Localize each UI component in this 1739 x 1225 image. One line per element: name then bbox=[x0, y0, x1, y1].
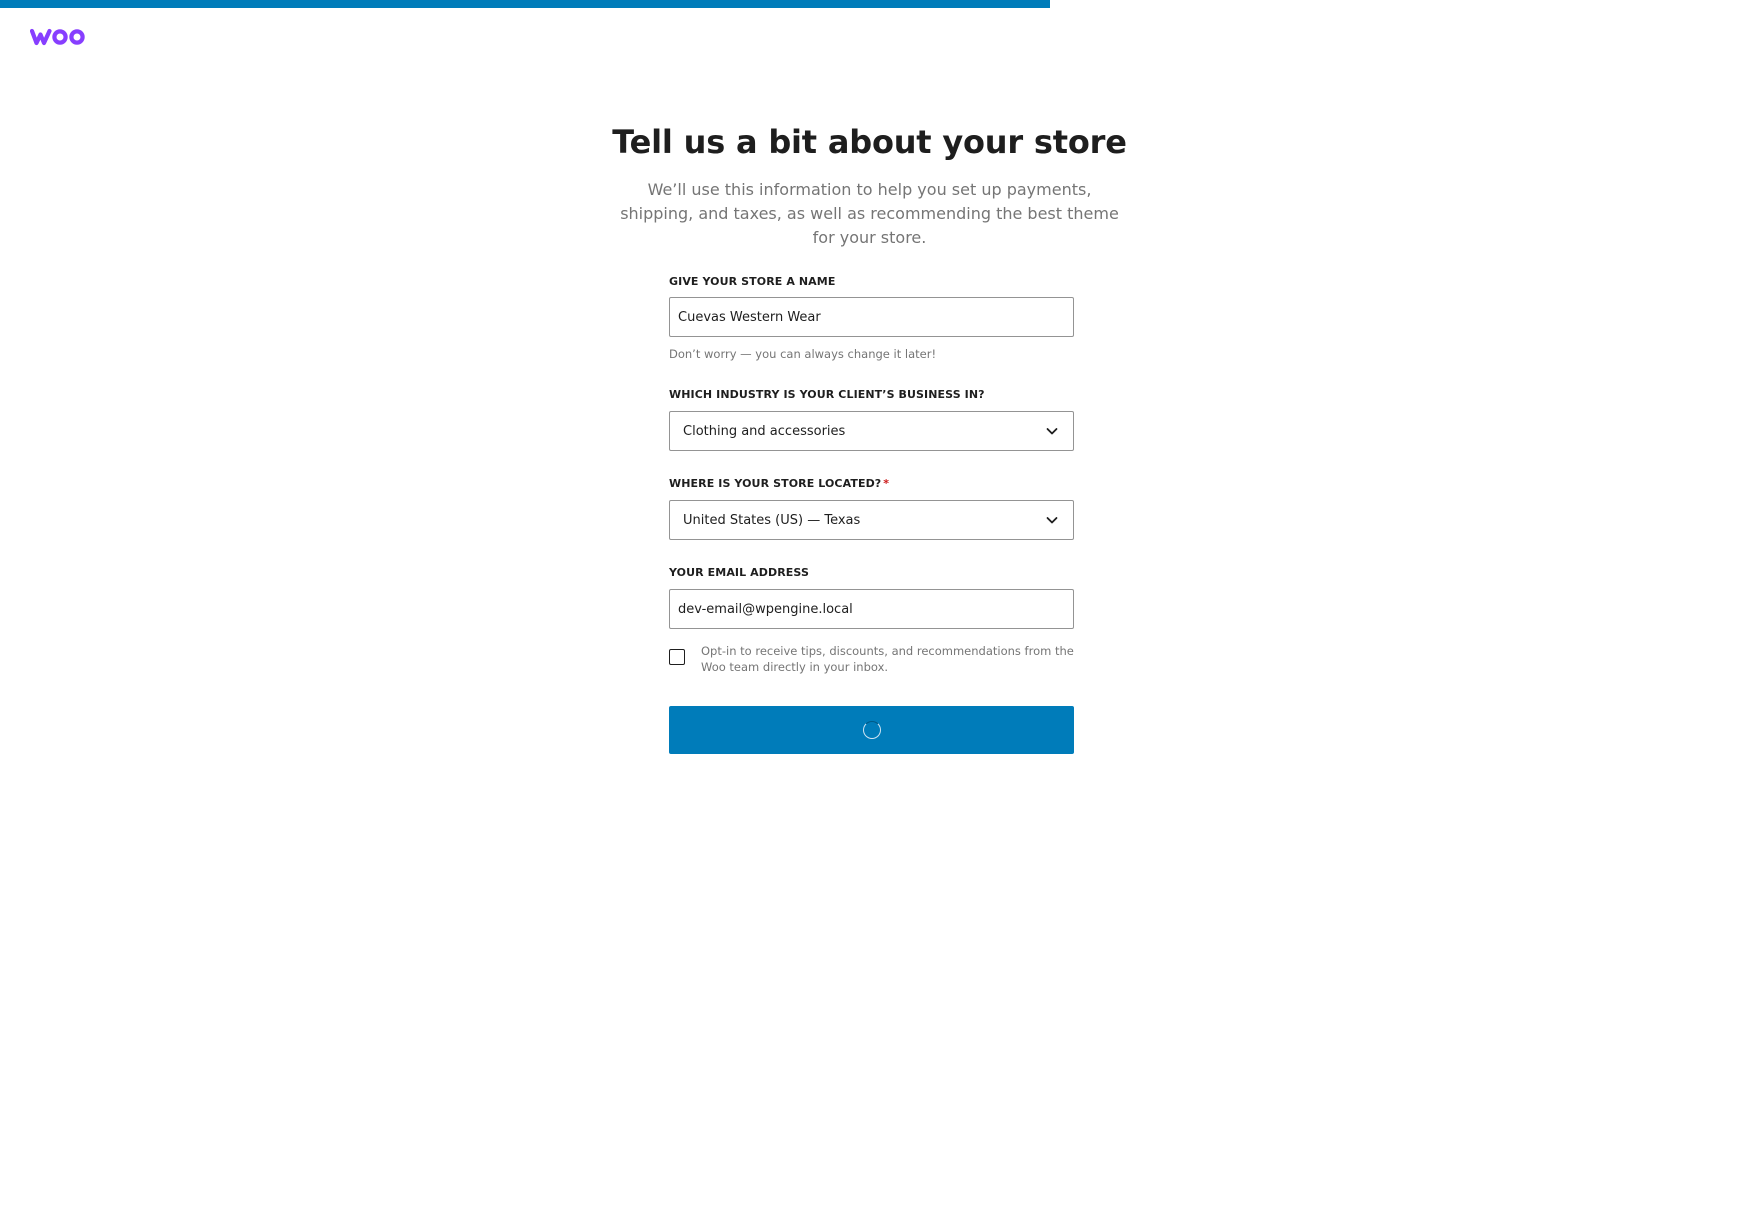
opt-in-row: Opt-in to receive tips, discounts, and r… bbox=[669, 643, 1074, 675]
required-indicator: * bbox=[883, 477, 890, 490]
location-selected-value: United States (US) — Texas bbox=[683, 512, 861, 528]
page-title: Tell us a bit about your store bbox=[612, 123, 1127, 161]
store-name-help: Don’t worry — you can always change it l… bbox=[669, 347, 937, 361]
store-details-form: GIVE YOUR STORE A NAME Don’t worry — you… bbox=[669, 274, 1074, 754]
progress-bar-fill bbox=[0, 0, 1051, 8]
store-name-input[interactable] bbox=[669, 297, 1074, 337]
page-header: Tell us a bit about your store We’ll use… bbox=[0, 120, 1739, 250]
location-label-text: WHERE IS YOUR STORE LOCATED? bbox=[669, 477, 882, 490]
spinner-icon bbox=[862, 721, 881, 739]
page: woo Tell us a bit about your store We’ll… bbox=[0, 0, 1739, 1225]
location-select[interactable]: United States (US) — Texas bbox=[669, 500, 1074, 540]
industry-selected-value: Clothing and accessories bbox=[683, 423, 846, 439]
opt-in-checkbox[interactable] bbox=[669, 649, 685, 665]
email-input[interactable] bbox=[669, 589, 1074, 629]
progress-bar bbox=[0, 0, 1739, 8]
woo-logo[interactable]: woo bbox=[30, 24, 88, 48]
industry-label: WHICH INDUSTRY IS YOUR CLIENT’S BUSINESS… bbox=[669, 388, 985, 401]
email-label: YOUR EMAIL ADDRESS bbox=[669, 566, 809, 579]
woo-logo-icon bbox=[30, 28, 85, 46]
page-subtitle: We’ll use this information to help you s… bbox=[620, 180, 1119, 247]
store-name-label: GIVE YOUR STORE A NAME bbox=[669, 275, 836, 288]
opt-in-label: Opt-in to receive tips, discounts, and r… bbox=[701, 644, 1074, 674]
location-label: WHERE IS YOUR STORE LOCATED? * bbox=[669, 476, 1074, 492]
chevron-down-icon bbox=[1044, 423, 1060, 439]
chevron-down-icon bbox=[1044, 512, 1060, 528]
industry-select[interactable]: Clothing and accessories bbox=[669, 411, 1074, 451]
continue-button[interactable] bbox=[669, 706, 1074, 754]
